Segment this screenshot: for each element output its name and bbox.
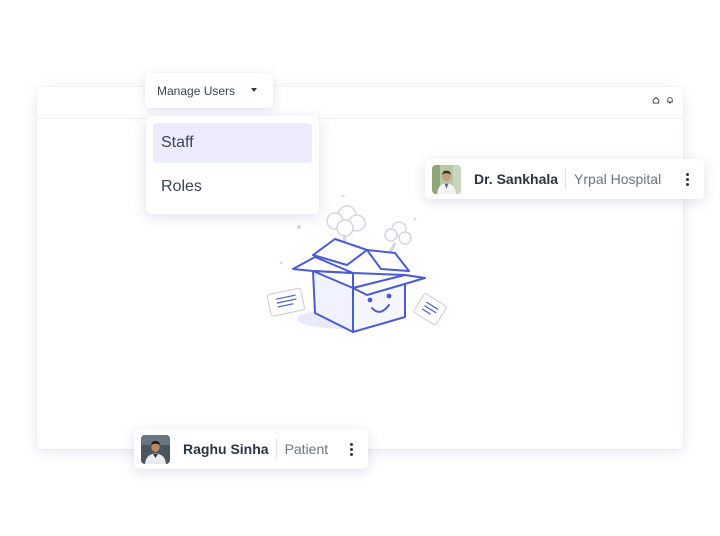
empty-box-illustration — [266, 195, 447, 333]
user-role: Yrpal Hospital — [574, 171, 662, 187]
manage-users-dropdown-trigger[interactable]: Manage Users — [145, 73, 273, 108]
user-chip-patient[interactable]: Raghu Sinha Patient — [134, 429, 368, 469]
user-chip-doctor[interactable]: Dr. Sankhala Yrpal Hospital — [425, 159, 704, 199]
manage-users-label: Manage Users — [157, 83, 236, 98]
chip-divider — [565, 168, 567, 190]
patient-avatar — [141, 434, 170, 464]
bell-icon[interactable] — [666, 96, 674, 104]
user-role: Patient — [284, 441, 329, 457]
menu-item-label: Roles — [161, 178, 202, 195]
menu-item-staff[interactable]: Staff — [153, 123, 312, 163]
home-icon[interactable] — [652, 96, 660, 104]
menu-item-roles[interactable]: Roles — [153, 167, 312, 207]
caret-down-icon — [251, 88, 257, 92]
more-options-icon[interactable] — [344, 439, 358, 459]
header-icons — [652, 96, 674, 104]
app-header — [37, 87, 683, 119]
chip-divider — [275, 438, 277, 460]
menu-item-label: Staff — [161, 134, 194, 151]
user-name: Raghu Sinha — [183, 441, 269, 457]
doctor-avatar — [432, 164, 461, 194]
user-name: Dr. Sankhala — [474, 171, 559, 187]
more-options-icon[interactable] — [680, 169, 694, 189]
manage-users-menu: Staff Roles — [146, 116, 319, 214]
